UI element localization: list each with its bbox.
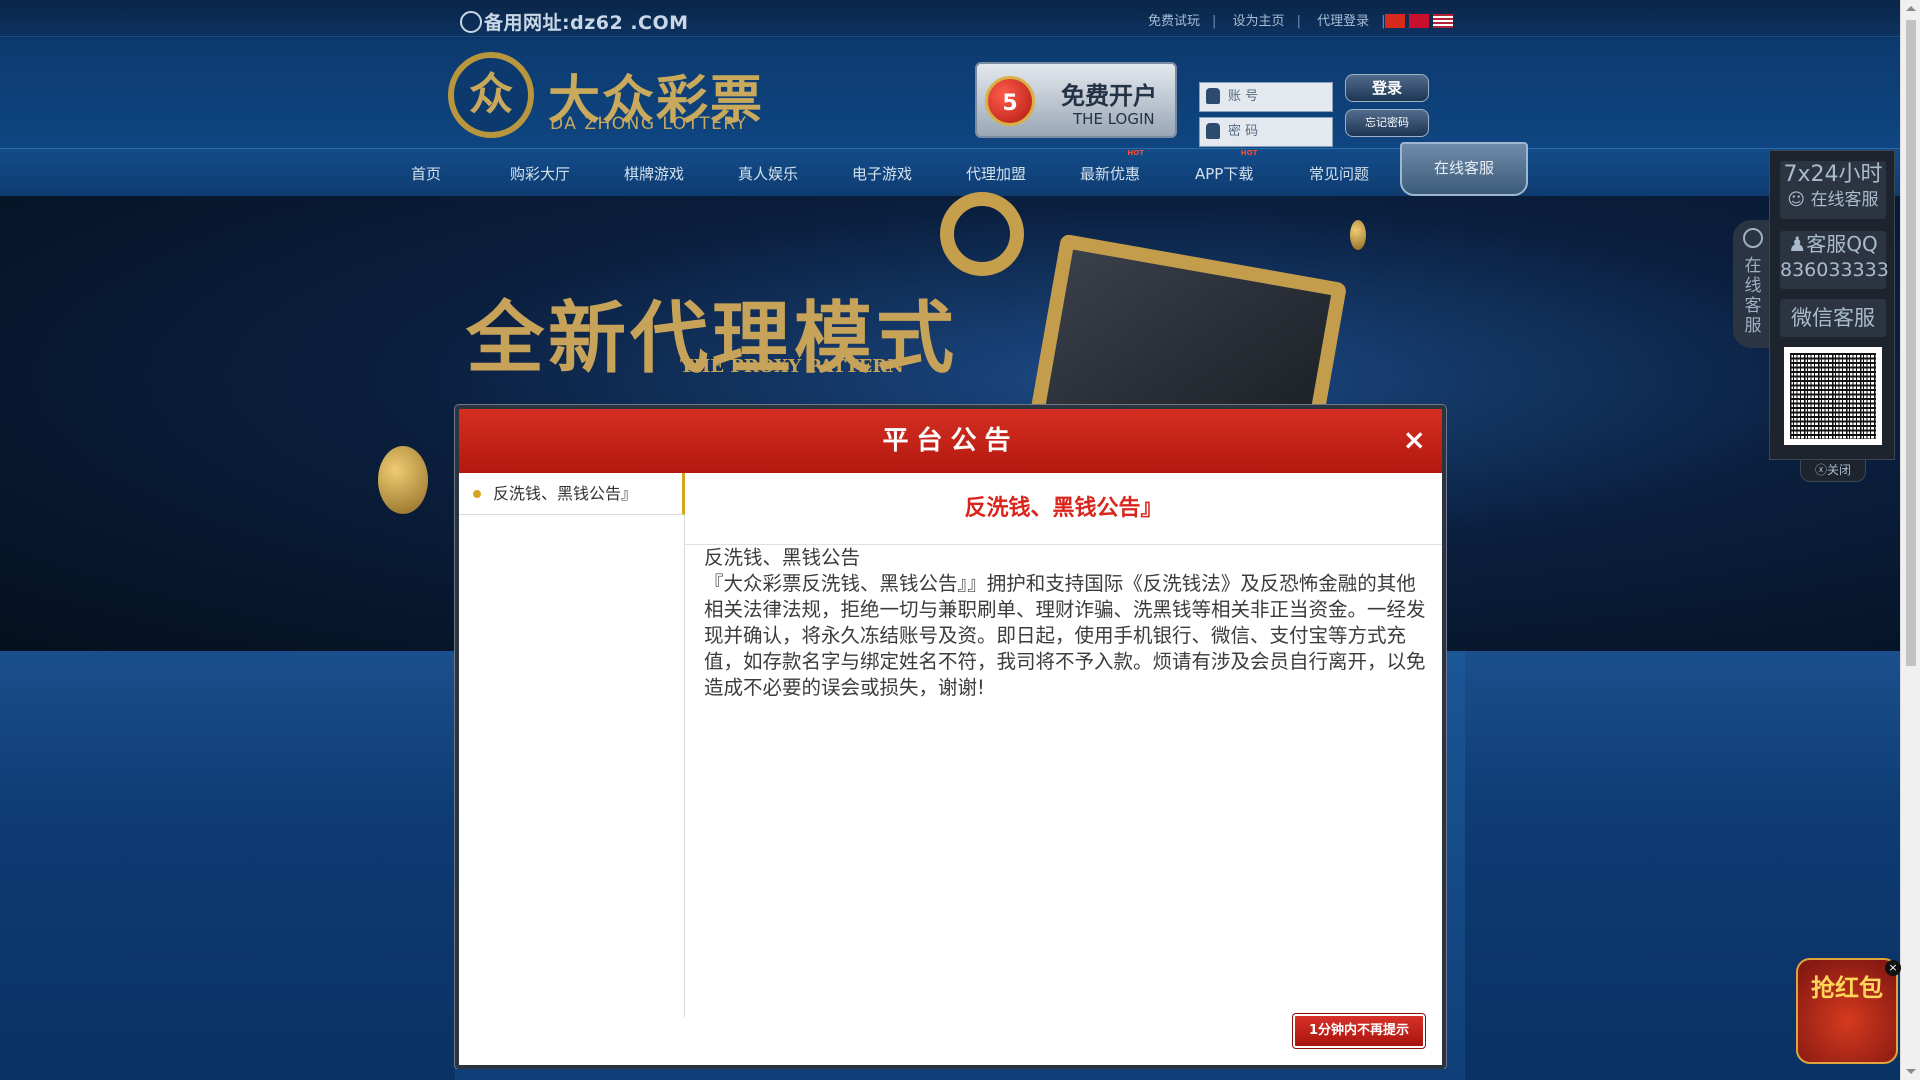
nav-promotions[interactable]: 最新优惠 HOT: [1080, 149, 1144, 184]
login-button[interactable]: 登录: [1345, 74, 1429, 102]
modal-title: 平台公告: [882, 426, 1019, 456]
red-packet-widget[interactable]: 抢红包: [1796, 958, 1898, 1064]
nav-faq[interactable]: 常见问题: [1309, 163, 1369, 184]
header: 众 大众彩票 DA ZHONG LOTTERY 5 免费开户 THE LOGIN…: [0, 38, 1900, 148]
logo-mark[interactable]: 众: [448, 52, 534, 138]
nav-lottery-hall[interactable]: 购彩大厅: [510, 163, 570, 184]
article-title: 反洗钱、黑钱公告』: [685, 473, 1442, 545]
free-register-sub: THE LOGIN: [1073, 110, 1155, 128]
ring-decoration: [940, 192, 1024, 276]
scroll-down-icon[interactable]: [1906, 1069, 1916, 1074]
scroll-up-icon[interactable]: [1906, 6, 1916, 11]
side-service-tab[interactable]: 在线客服: [1733, 220, 1773, 348]
support-agent-icon: ☺: [1787, 190, 1811, 210]
nav-slot-games[interactable]: 电子游戏: [852, 163, 912, 184]
hot-badge: HOT: [1240, 149, 1258, 157]
modal-header: 平台公告 ×: [459, 409, 1442, 473]
wechat-service-box[interactable]: 微信客服: [1780, 299, 1886, 337]
set-homepage-link[interactable]: 设为主页: [1233, 14, 1285, 29]
free-register-title: 免费开户: [1061, 82, 1157, 110]
nav-home[interactable]: 首页: [411, 163, 441, 184]
top-links: 免费试玩 | 设为主页 | 代理登录 |: [1148, 14, 1386, 29]
password-field[interactable]: 密 码: [1199, 117, 1333, 147]
logo-text-en: DA ZHONG LOTTERY: [550, 114, 748, 134]
announcement-list-item[interactable]: 反洗钱、黑钱公告』: [459, 473, 685, 515]
globe-icon: [460, 11, 482, 33]
free-trial-link[interactable]: 免费试玩: [1148, 14, 1200, 29]
agent-login-link[interactable]: 代理登录: [1317, 14, 1369, 29]
nav-online-service-button[interactable]: 在线客服: [1400, 142, 1528, 196]
banner-subtitle: THE PROXY PATTERN: [680, 356, 904, 377]
lottery-ball-icon: 5: [985, 76, 1035, 126]
close-icon[interactable]: ×: [1403, 425, 1426, 455]
nav-app-download[interactable]: APP下载 HOT: [1195, 149, 1257, 184]
main-nav: 首页 购彩大厅 棋牌游戏 真人娱乐 电子游戏 代理加盟 最新优惠 HOT APP下…: [0, 148, 1900, 196]
close-circle-icon: ⓧ: [1814, 463, 1827, 477]
lock-icon: [1206, 123, 1220, 139]
language-flags: [1385, 10, 1457, 29]
forgot-password-button[interactable]: 忘记密码: [1345, 109, 1429, 137]
user-icon: [1206, 88, 1220, 104]
article-body: 反洗钱、黑钱公告 『大众彩票反洗钱、黑钱公告』』拥护和支持国际《反洗钱法》及反恐…: [704, 545, 1426, 701]
scroll-thumb[interactable]: [1906, 20, 1916, 666]
bullet-icon: [473, 490, 481, 498]
flag-hk-icon[interactable]: [1409, 13, 1429, 28]
announcement-modal: 平台公告 × 反洗钱、黑钱公告』 反洗钱、黑钱公告』 反洗钱、黑钱公告 『大众彩…: [455, 405, 1446, 1069]
nav-agent-join[interactable]: 代理加盟: [966, 163, 1026, 184]
free-register-button[interactable]: 5 免费开户 THE LOGIN: [975, 62, 1177, 138]
top-bar: 备用网址:dz62 .COM 免费试玩 | 设为主页 | 代理登录 |: [0, 0, 1900, 37]
flag-cn-icon[interactable]: [1385, 13, 1405, 28]
qq-penguin-icon: ♟: [1788, 232, 1807, 256]
side-panel-close-button[interactable]: ⓧ关闭: [1800, 460, 1866, 482]
flag-us-icon[interactable]: [1433, 13, 1453, 28]
account-field[interactable]: 账 号: [1199, 82, 1333, 112]
red-packet-close-icon[interactable]: ×: [1885, 960, 1901, 976]
coin-decoration: [378, 446, 428, 514]
coin-decoration: [1350, 220, 1366, 250]
dismiss-one-minute-button[interactable]: 1分钟内不再提示: [1292, 1013, 1426, 1049]
side-service-panel: 7x24小时 ☺ 在线客服 ♟客服QQ 836033333 微信客服: [1769, 150, 1895, 460]
hot-badge: HOT: [1127, 149, 1145, 157]
headset-icon: [1743, 228, 1763, 248]
nav-live-casino[interactable]: 真人娱乐: [738, 163, 798, 184]
article-paragraph: 『大众彩票反洗钱、黑钱公告』』拥护和支持国际《反洗钱法》及反恐怖金融的其他相关法…: [704, 572, 1426, 699]
footer-strip: [455, 1069, 1446, 1080]
qq-service-box[interactable]: ♟客服QQ 836033333: [1780, 231, 1889, 289]
page-scrollbar[interactable]: [1900, 0, 1920, 1080]
backup-url: 备用网址:dz62 .COM: [460, 8, 689, 35]
wechat-qr-code: [1784, 347, 1882, 445]
online-service-box[interactable]: 7x24小时 ☺ 在线客服: [1780, 161, 1886, 219]
nav-card-games[interactable]: 棋牌游戏: [624, 163, 684, 184]
article-heading: 反洗钱、黑钱公告: [704, 546, 861, 569]
announcement-list: 反洗钱、黑钱公告』: [459, 473, 685, 1017]
